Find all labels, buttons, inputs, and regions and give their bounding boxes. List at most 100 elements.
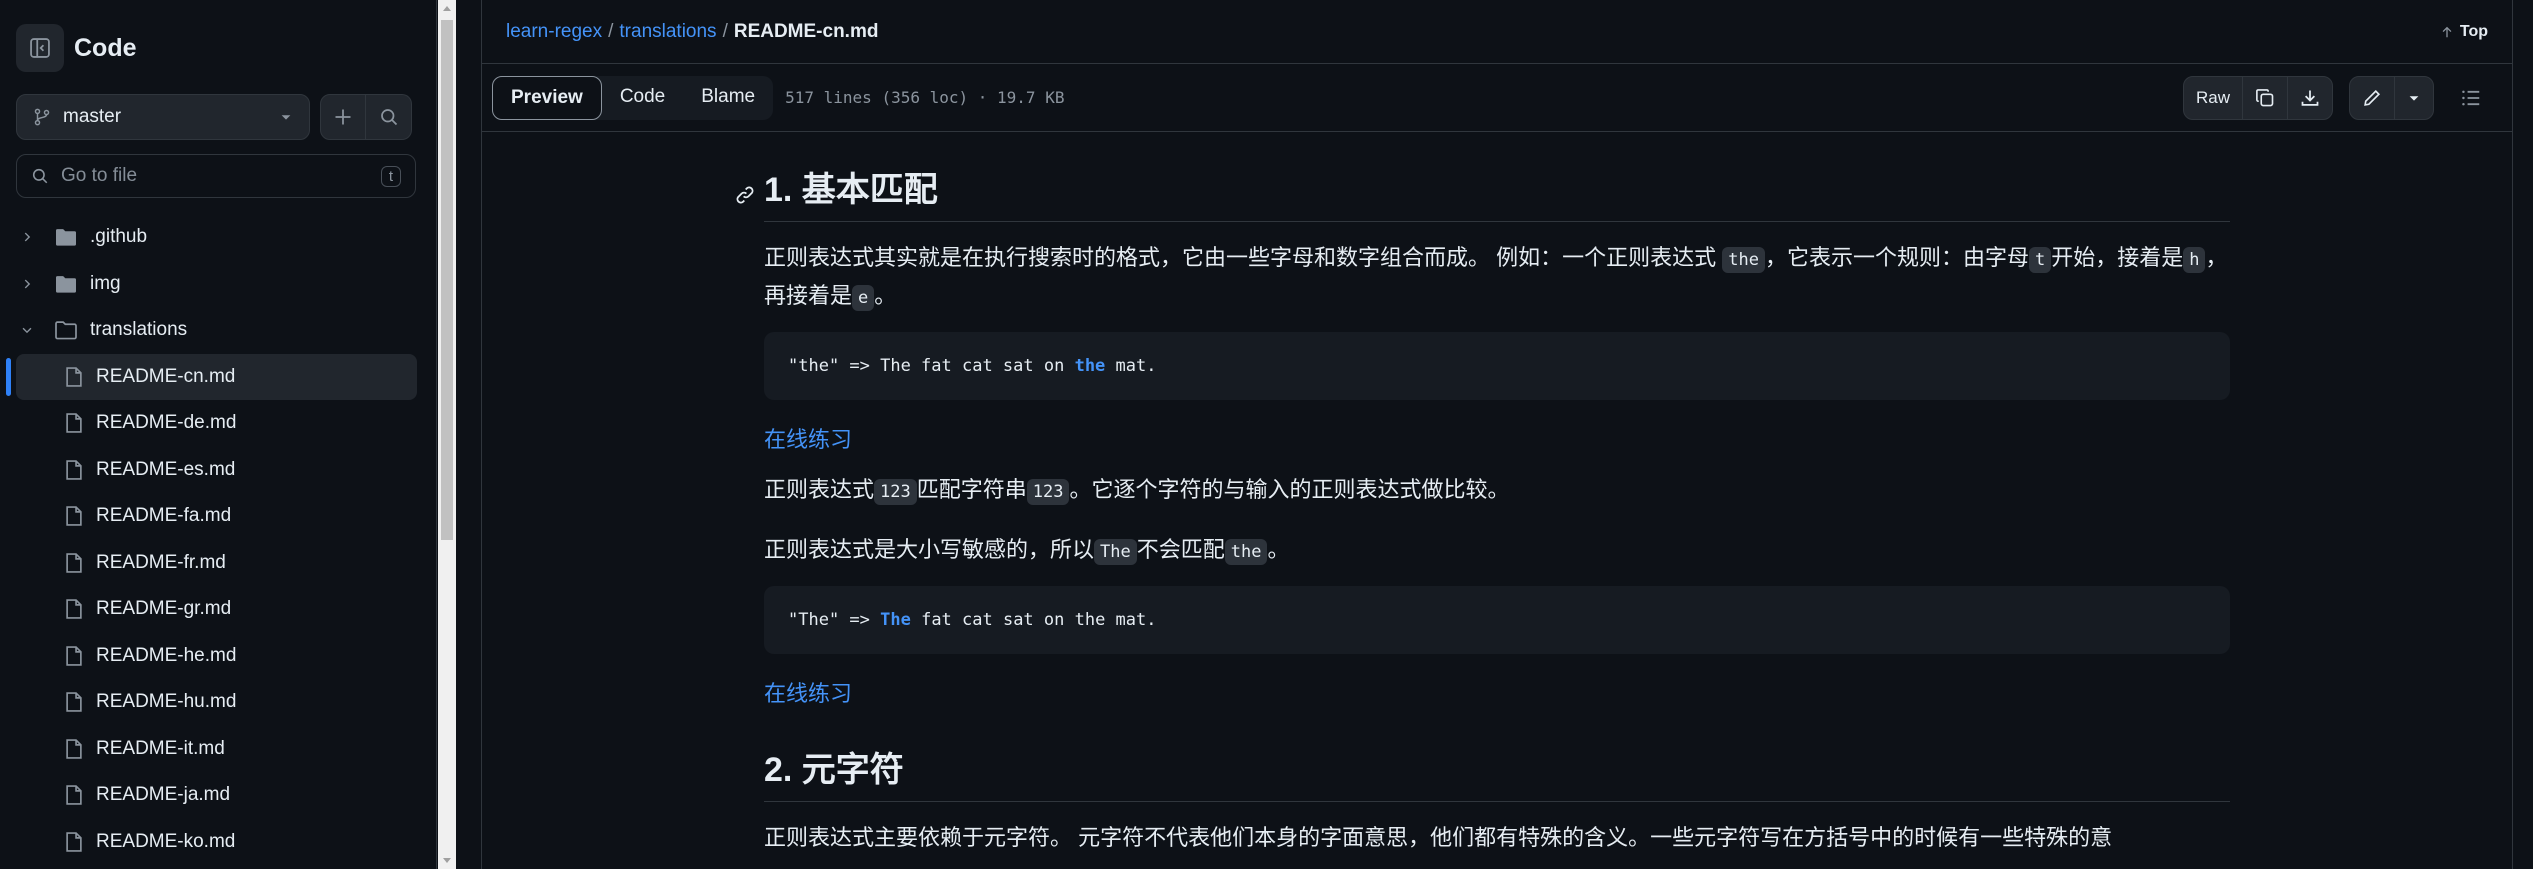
file-icon	[64, 738, 84, 760]
file-icon	[64, 831, 84, 853]
tree-item-readme-cn-md[interactable]: README-cn.md	[6, 353, 417, 400]
tree-item-readme-de-md[interactable]: README-de.md	[0, 400, 436, 447]
scrollbar-thumb[interactable]	[441, 20, 453, 540]
download-button[interactable]	[2288, 77, 2332, 119]
chevron-icon[interactable]	[16, 277, 38, 291]
sidebar-scrollbar[interactable]	[438, 0, 456, 869]
tree-item-label: .github	[90, 226, 148, 248]
tree-item-readme-it-md[interactable]: README-it.md	[0, 726, 436, 773]
collapse-sidebar-button[interactable]	[16, 24, 64, 72]
branch-row: master	[16, 94, 416, 140]
tree-item-label: img	[90, 272, 121, 294]
text: 正则表达式是大小写敏感的，所以	[764, 537, 1095, 562]
tree-item-github[interactable]: .github	[0, 214, 436, 261]
tree-actions	[320, 94, 412, 140]
list-unordered-icon	[2462, 90, 2480, 105]
text: 。它逐个字符的与输入的正则表达式做比较。	[1069, 477, 1510, 502]
tree-item-readme-ja-md[interactable]: README-ja.md	[0, 772, 436, 819]
copy-raw-button[interactable]	[2243, 76, 2288, 119]
file-icon	[64, 552, 84, 574]
caret-down-icon	[281, 115, 291, 120]
inline-code: the	[1722, 247, 1765, 273]
download-icon	[2301, 90, 2319, 106]
tree-item-translations[interactable]: translations	[0, 307, 436, 354]
code-text: mat.	[1105, 356, 1157, 376]
pencil-icon	[2364, 89, 2381, 106]
file-viewer: learn-regex / translations / README-cn.md To…	[482, 0, 2512, 869]
edit-options-dropdown[interactable]	[2395, 77, 2433, 119]
tree-item-readme-gr-md[interactable]: README-gr.md	[0, 586, 436, 633]
breadcrumb: learn-regex / translations / README-cn.md	[506, 21, 878, 43]
breadcrumb-folder-link[interactable]: translations	[619, 21, 716, 42]
breadcrumb-repo-link[interactable]: learn-regex	[506, 21, 602, 42]
tree-item-label: README-ja.md	[96, 784, 231, 806]
heading-metacharacters: 2. 元字符	[764, 742, 2230, 802]
scroll-down-arrow-icon[interactable]	[443, 858, 451, 863]
tab-code[interactable]: Code	[602, 76, 683, 120]
practice-online-link[interactable]: 在线练习	[764, 427, 852, 452]
tree-item-readme-hu-md[interactable]: README-hu.md	[0, 679, 436, 726]
add-file-button[interactable]	[320, 94, 366, 140]
file-icon	[64, 784, 84, 806]
code-highlight: The	[880, 610, 911, 630]
inline-code: The	[1094, 539, 1137, 565]
tab-preview[interactable]: Preview	[492, 75, 602, 120]
folder-icon	[54, 274, 78, 294]
top-link[interactable]: Top	[2440, 23, 2488, 41]
scroll-up-arrow-icon[interactable]	[443, 6, 451, 11]
file-meta: 517 lines (356 loc) · 19.7 KB	[785, 88, 1065, 107]
paragraph: 正则表达式主要依赖于元字符。 元字符不代表他们本身的字面意思，他们都有特殊的含义…	[764, 825, 2113, 850]
branch-selector[interactable]: master	[16, 94, 310, 140]
inline-code: 123	[1026, 479, 1070, 505]
go-to-file-input[interactable]	[61, 165, 381, 187]
file-tree-sidebar: Code master t .github img translations READ…	[0, 0, 437, 869]
heading-anchor-link[interactable]	[734, 176, 756, 215]
tree-item-readme-fr-md[interactable]: README-fr.md	[0, 540, 436, 587]
copy-icon	[2256, 88, 2274, 106]
view-mode-tabs: Preview Code Blame	[492, 75, 774, 120]
tree-item-label: README-ko.md	[96, 830, 236, 852]
breadcrumb-separator: /	[608, 20, 614, 42]
tree-item-readme-fa-md[interactable]: README-fa.md	[0, 493, 436, 540]
chevron-icon[interactable]	[16, 323, 38, 337]
file-toolbar: Preview Code Blame 517 lines (356 loc) ·…	[482, 64, 2512, 132]
chevron-icon[interactable]	[16, 230, 38, 244]
breadcrumb-current-file: README-cn.md	[733, 20, 879, 42]
file-tree: .github img translations README-cn.md README…	[0, 214, 436, 866]
pane-divider[interactable]	[456, 0, 482, 869]
tree-item-label: translations	[90, 319, 188, 341]
text: ，它表示一个规则：由字母	[1764, 245, 2029, 270]
tree-item-readme-ko-md[interactable]: README-ko.md	[0, 819, 436, 866]
heading-basic-matching: 1. 基本匹配	[736, 162, 2230, 222]
arrow-up-icon	[2442, 26, 2452, 37]
search-icon	[32, 168, 48, 184]
tree-item-readme-he-md[interactable]: README-he.md	[0, 633, 436, 680]
practice-online-link[interactable]: 在线练习	[764, 681, 852, 706]
tree-item-readme-es-md[interactable]: README-es.md	[0, 447, 436, 494]
plus-icon	[335, 109, 351, 125]
git-branch-icon	[34, 108, 50, 126]
search-code-button[interactable]	[366, 94, 412, 140]
text: 。	[874, 283, 897, 308]
outline-button[interactable]	[2450, 77, 2492, 119]
code-text: fat cat sat on the mat.	[910, 610, 1157, 630]
top-link-label: Top	[2459, 22, 2488, 40]
edit-file-button[interactable]	[2350, 76, 2395, 119]
edit-actions-group	[2349, 75, 2434, 120]
inline-code: the	[1224, 539, 1268, 565]
text: 正则表达式其实就是在执行搜索时的格式，它由一些字母和数字组合而成。 例如：一个正…	[764, 245, 1723, 270]
tree-item-label: README-hu.md	[96, 691, 237, 713]
tree-item-label: README-he.md	[96, 644, 237, 666]
text: 正则表达式	[764, 477, 875, 502]
tab-blame[interactable]: Blame	[683, 76, 773, 120]
text: 开始，接着是	[2051, 245, 2184, 270]
tree-item-label: README-fr.md	[96, 551, 226, 573]
paragraph: 正则表达式 123 匹配字符串 123 。它逐个字符的与输入的正则表达式做比较。	[764, 472, 2230, 510]
code-highlight: the	[1074, 356, 1106, 376]
tree-item-img[interactable]: img	[0, 261, 436, 308]
breadcrumb-separator: /	[722, 20, 728, 42]
text: 不会匹配	[1136, 537, 1225, 562]
code-text: "The" =>	[788, 610, 881, 630]
folder-icon	[54, 320, 78, 340]
raw-button[interactable]: Raw	[2184, 76, 2243, 119]
